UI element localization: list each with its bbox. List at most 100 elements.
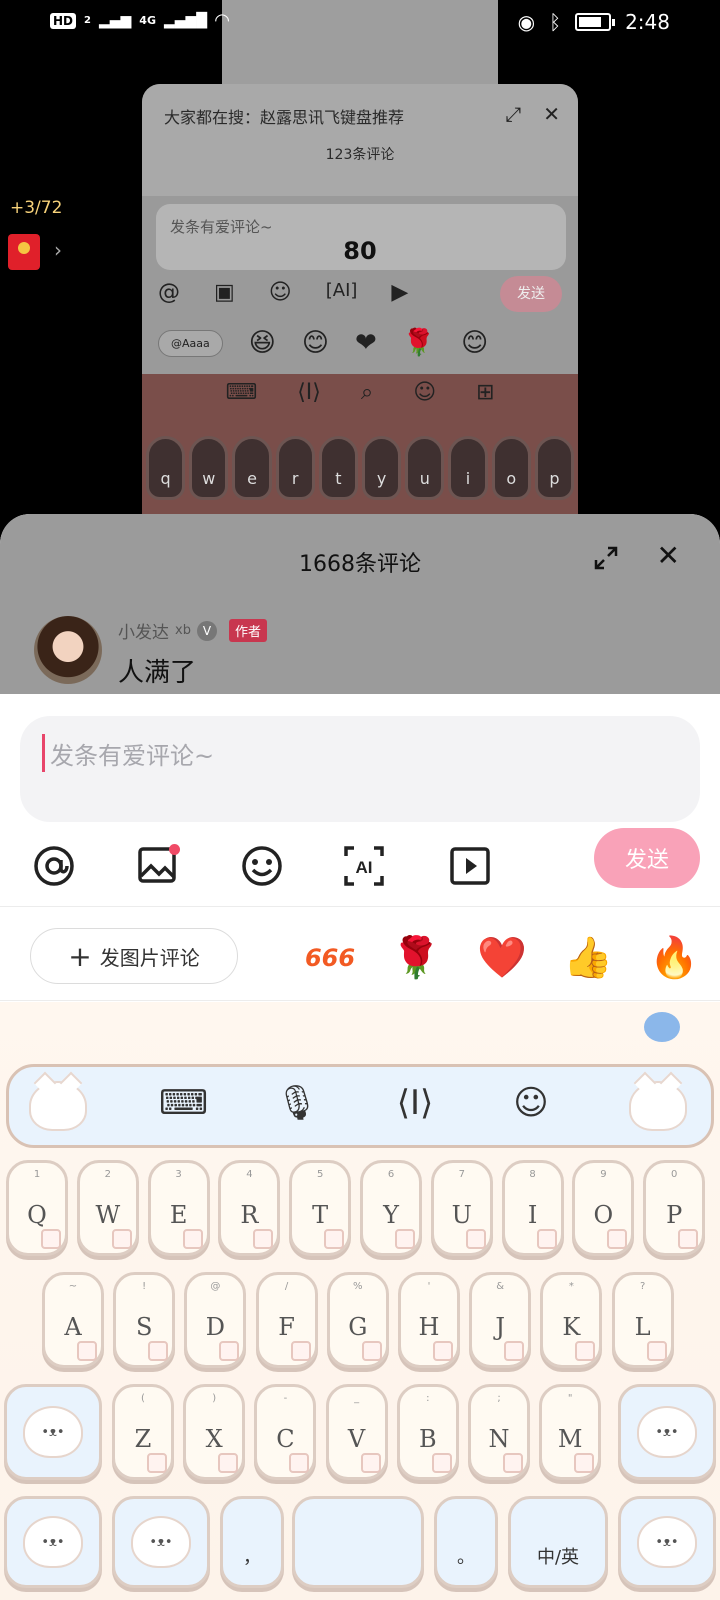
preview-key: r [275,436,315,500]
space-key[interactable] [292,1496,424,1588]
smiley-icon[interactable] [238,842,286,890]
lang-switch-key-label: 中/英 [536,1547,580,1568]
key-f[interactable]: / F [255,1272,318,1368]
backspace-key[interactable] [618,1384,716,1480]
emoji-fire[interactable]: 🔥 [648,932,700,984]
key-g[interactable]: % G [326,1272,389,1368]
preview-header: 大家都在搜：赵露思讯飞键盘推荐 ⤢ ✕ 123条评论 [142,84,578,196]
key-l[interactable]: ? L [611,1272,674,1368]
key-h[interactable]: ' H [398,1272,460,1368]
emoji-666[interactable]: 666 [304,932,356,984]
key-secondary-label: 8 [529,1169,536,1180]
key-d[interactable]: @ D [184,1272,247,1368]
rose-emoji: 🌹 [402,328,436,358]
preview-at-chip: @Aaaa [158,329,223,357]
avatar[interactable] [34,616,102,684]
smiley-icon[interactable]: ☺ [509,1081,553,1125]
signal-icon: ▂▄▆ [98,12,132,29]
camera-tag-icon [574,1453,595,1473]
key-y[interactable]: 6Y [360,1160,422,1256]
camera-tag-icon [41,1229,61,1249]
key-secondary-label: 0 [671,1169,678,1180]
preview-title: 大家都在搜：赵露思讯飞键盘推荐 [164,108,405,127]
key-m[interactable]: " M [539,1384,602,1480]
shift-key[interactable] [4,1384,102,1480]
camera-tag-icon [289,1453,310,1473]
chevron-right-icon[interactable]: › [54,238,62,262]
eye-icon: ◉ [517,10,536,34]
key-v[interactable]: _ V [325,1384,388,1480]
close-icon[interactable]: ✕ [657,542,680,570]
camera-tag-icon [324,1229,345,1249]
key-o[interactable]: 9O [572,1160,635,1256]
key-c[interactable]: -C [254,1384,317,1480]
numbers-key[interactable] [112,1496,210,1588]
period-key[interactable]: 。 [434,1496,498,1588]
key-s[interactable]: ! S [113,1272,176,1368]
key-p[interactable]: 0P [643,1160,706,1256]
symbols-key[interactable] [4,1496,102,1588]
key-secondary-label: 9 [600,1169,607,1180]
key-e[interactable]: 3E [147,1160,210,1256]
key-j[interactable]: & J [469,1272,532,1368]
key-secondary-label: 6 [387,1169,395,1180]
key-label: C [276,1425,295,1453]
camera-tag-icon [219,1341,240,1361]
camera-tag-icon [182,1229,203,1249]
cat-icon [637,1406,697,1458]
battery-icon [575,13,616,31]
key-secondary-label: 2 [104,1169,111,1180]
username[interactable]: 小发达 [118,618,169,643]
comment-input[interactable]: 发条有爱评论~ [20,716,700,822]
camera-tag-icon [503,1453,523,1473]
key-b[interactable]: :B [396,1384,459,1480]
cursor-icon[interactable]: ⟨I⟩ [393,1081,437,1125]
preview-key: e [232,436,272,500]
close-icon: ✕ [543,102,560,126]
key-u[interactable]: 7U [430,1160,493,1256]
key-z[interactable]: (Z [112,1384,174,1480]
key-label: W [95,1201,121,1229]
preview-key: y [362,436,402,500]
ai-icon: [AI] [325,280,358,301]
image-icon[interactable] [134,842,182,890]
key-secondary-label: _ [354,1393,360,1404]
camera-tag-icon [465,1229,486,1249]
key-w[interactable]: 2W [76,1160,139,1256]
bird-mascot-icon[interactable] [644,1012,680,1042]
at-icon[interactable] [30,842,78,890]
key-n[interactable]: ; N [468,1384,530,1480]
video-icon: ▶ [391,280,409,305]
emoji-heart[interactable]: ❤️ [476,932,528,984]
status-right: ◉ ᛒ 2:48 [518,10,670,34]
key-t[interactable]: 5T [289,1160,352,1256]
ai-icon[interactable]: AI [340,842,388,890]
key-secondary-label: ~ [68,1281,78,1292]
key-i[interactable]: 8I [501,1160,564,1256]
enter-key[interactable] [618,1496,716,1588]
keyboard-icon[interactable]: ⌨ [159,1081,208,1125]
status-bar: HD 2 ▂▄▆ 4G ▂▄▆█ ◠ ◉ ᛒ 2:48 [0,0,720,48]
picture-comment-button[interactable]: + 发图片评论 [30,928,238,984]
video-icon[interactable] [446,842,494,890]
key-q[interactable]: 1Q [6,1160,68,1256]
microphone-icon[interactable]: 🎙 [275,1081,319,1125]
lang-switch-key[interactable]: 中/英 [508,1496,608,1588]
key-a[interactable]: ~ A [42,1272,104,1368]
key-label: H [418,1313,440,1341]
key-secondary-label: % [353,1281,363,1292]
camera-tag-icon [536,1229,557,1249]
preview-key: t [318,436,359,500]
key-k[interactable]: * K [540,1272,603,1368]
preview-emoji-row: @Aaaa 😆 😊 ❤ 🌹 😊 [158,328,568,358]
key-r[interactable]: 4R [218,1160,281,1256]
preview-icons: ⤢ ✕ [505,102,560,126]
comma-key[interactable]: ， [220,1496,284,1588]
red-packet-icon[interactable] [8,234,40,270]
status-left: HD 2 ▂▄▆ 4G ▂▄▆█ ◠ [50,10,229,31]
emoji-thumbs-up[interactable]: 👍 [562,932,614,984]
send-button[interactable]: 发送 [594,828,700,888]
expand-icon[interactable] [594,546,618,570]
key-x[interactable]: ) X [183,1384,246,1480]
emoji-rose[interactable]: 🌹 [390,932,442,984]
